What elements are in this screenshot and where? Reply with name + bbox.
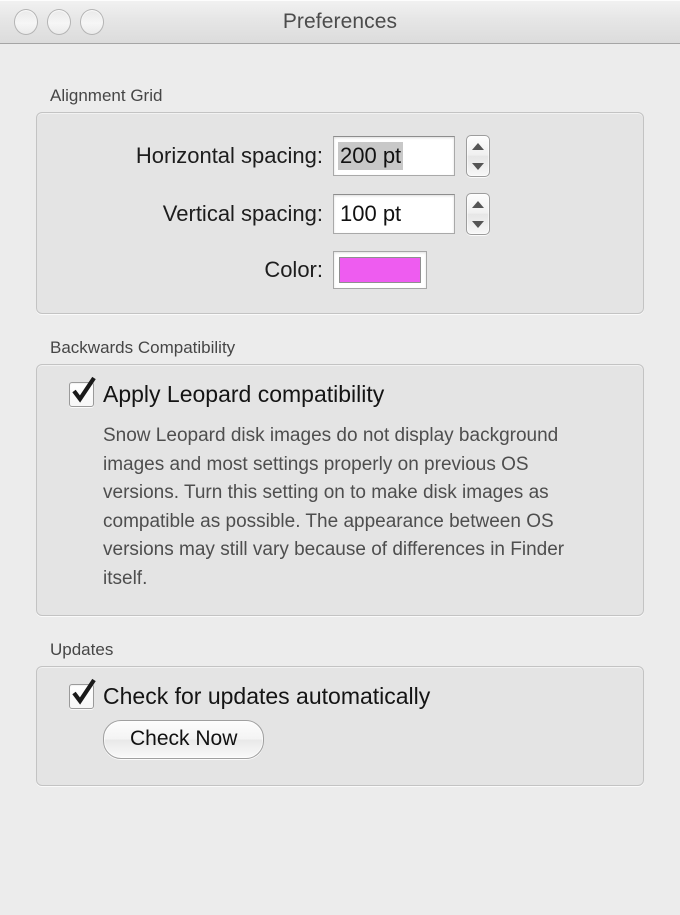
close-button[interactable]	[14, 8, 38, 35]
grid-color-field-group	[333, 251, 427, 289]
check-updates-automatically-label: Check for updates automatically	[103, 683, 431, 709]
check-now-button[interactable]: Check Now	[103, 720, 265, 759]
vertical-spacing-row: Vertical spacing: 100 pt	[37, 193, 643, 235]
horizontal-spacing-value: 200 pt	[338, 142, 404, 170]
horizontal-spacing-row: Horizontal spacing: 200 pt	[37, 135, 643, 177]
check-updates-automatically-checkbox[interactable]	[69, 678, 96, 709]
check-now-button-row: Check Now	[37, 710, 643, 759]
horizontal-spacing-label: Horizontal spacing:	[135, 143, 323, 168]
checkmark-icon	[72, 376, 96, 403]
stepper-up-icon[interactable]	[472, 200, 484, 208]
window-controls	[14, 8, 104, 35]
backwards-compatibility-group-label: Backwards Compatibility	[50, 338, 236, 357]
updates-group-label: Updates	[50, 640, 114, 659]
window-title: Preferences	[282, 9, 398, 33]
backwards-compatibility-description: Snow Leopard disk images do not display …	[103, 425, 565, 589]
alignment-grid-group-label: Alignment Grid	[50, 86, 163, 105]
check-updates-automatically-row[interactable]: Check for updates automatically	[37, 667, 643, 710]
apply-leopard-compatibility-checkbox[interactable]	[69, 376, 96, 407]
preferences-content: Alignment Grid Horizontal spacing: 200 p…	[0, 44, 680, 786]
updates-section: Updates Check for updates automatically …	[36, 616, 644, 786]
minimize-button[interactable]	[47, 8, 71, 35]
alignment-grid-groupbox: Horizontal spacing: 200 pt Vertical spac…	[36, 112, 644, 314]
stepper-up-icon[interactable]	[472, 142, 484, 150]
vertical-spacing-stepper[interactable]	[466, 193, 490, 235]
checkmark-icon	[72, 678, 96, 705]
titlebar: Preferences	[0, 0, 680, 44]
updates-groupbox: Check for updates automatically Check No…	[36, 666, 644, 786]
preferences-window: Preferences Alignment Grid Horizontal sp…	[0, 0, 680, 915]
stepper-down-icon[interactable]	[472, 162, 484, 170]
alignment-grid-section: Alignment Grid Horizontal spacing: 200 p…	[36, 44, 644, 314]
zoom-button[interactable]	[80, 8, 104, 35]
stepper-down-icon[interactable]	[472, 220, 484, 228]
horizontal-spacing-stepper[interactable]	[466, 135, 490, 177]
apply-leopard-compatibility-row[interactable]: Apply Leopard compatibility	[37, 365, 643, 408]
vertical-spacing-field-group: 100 pt	[333, 193, 490, 235]
horizontal-spacing-field-group: 200 pt	[333, 135, 490, 177]
grid-color-well[interactable]	[333, 251, 427, 289]
horizontal-spacing-input[interactable]: 200 pt	[333, 136, 455, 176]
backwards-compatibility-groupbox: Apply Leopard compatibility Snow Leopard…	[36, 364, 644, 616]
vertical-spacing-input[interactable]: 100 pt	[333, 194, 455, 234]
backwards-compatibility-section: Backwards Compatibility Apply Leopard co…	[36, 314, 644, 616]
grid-color-label: Color:	[264, 257, 323, 282]
apply-leopard-compatibility-label: Apply Leopard compatibility	[103, 381, 385, 407]
grid-color-row: Color:	[37, 251, 643, 289]
vertical-spacing-label: Vertical spacing:	[162, 201, 323, 226]
vertical-spacing-value: 100 pt	[340, 201, 402, 226]
grid-color-swatch	[339, 257, 421, 283]
